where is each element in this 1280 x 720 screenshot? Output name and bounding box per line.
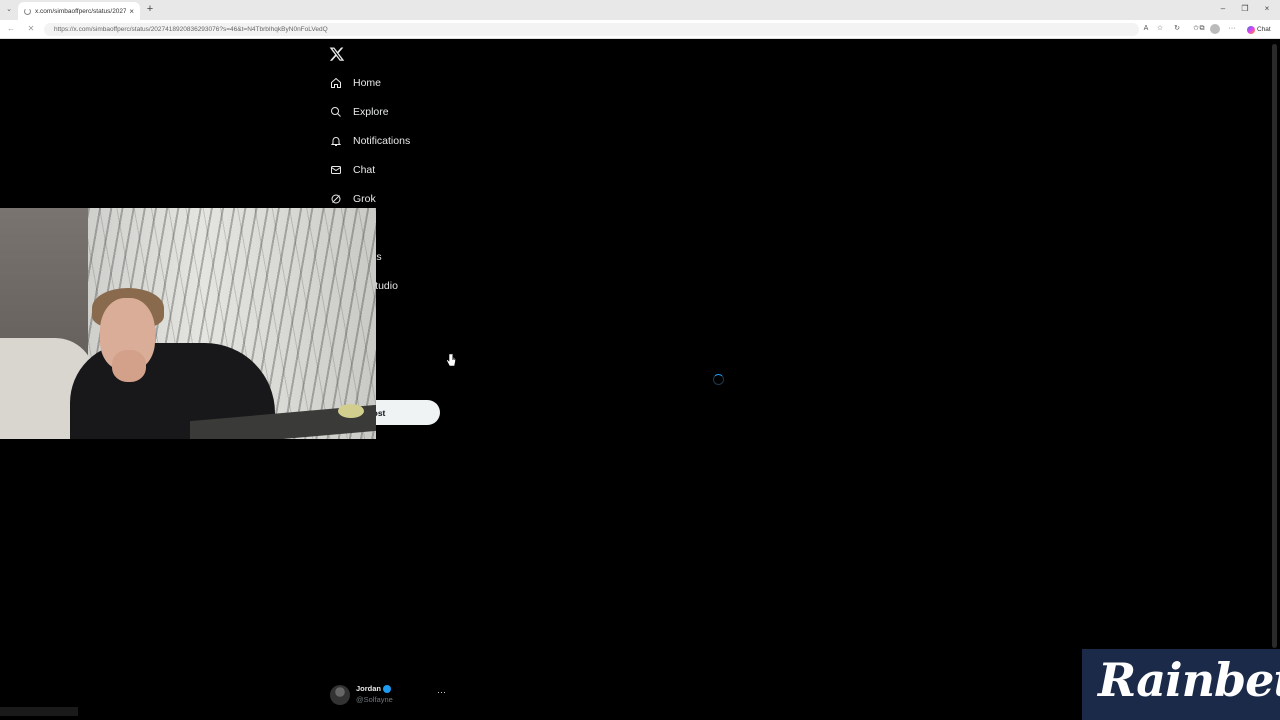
nav-item-explore[interactable]: Explore [329, 102, 389, 122]
back-arrow-icon[interactable]: ← [6, 24, 16, 34]
profile-avatar-icon[interactable] [1210, 24, 1220, 34]
search-icon [329, 105, 343, 119]
sponsor-logo: Rainbet [1082, 649, 1280, 720]
browser-toolbar: ← ✕ https://x.com/simbaoffperc/status/20… [0, 20, 1280, 39]
tab-close-icon[interactable]: × [129, 7, 134, 16]
account-switcher[interactable]: Jordan @Solfayne ··· [330, 684, 450, 706]
copilot-chat-button[interactable]: Chat [1244, 24, 1274, 35]
stop-loading-icon[interactable]: ✕ [26, 24, 36, 34]
nav-label-chat: Chat [353, 164, 376, 176]
loading-spinner-icon [24, 7, 31, 15]
browser-status-bar [0, 707, 78, 716]
read-aloud-icon[interactable]: A [1141, 24, 1151, 34]
collections-icon[interactable]: ⧉ [1197, 24, 1207, 34]
nav-item-home[interactable]: Home [329, 73, 381, 93]
webcam-person-hand [112, 350, 146, 382]
nav-item-grok[interactable]: Grok [329, 189, 376, 209]
home-icon [329, 76, 343, 90]
avatar [330, 685, 350, 705]
nav-item-chat[interactable]: Chat [329, 160, 375, 180]
page-scrollbar[interactable] [1270, 40, 1280, 720]
new-tab-button[interactable]: + [144, 3, 156, 15]
verified-badge-icon [383, 684, 392, 693]
account-name: Jordan [356, 684, 392, 693]
nav-label-explore: Explore [353, 106, 389, 118]
webcam-ball [338, 404, 364, 418]
close-window-button[interactable]: × [1260, 3, 1274, 15]
hand-cursor-icon [446, 353, 456, 367]
bell-icon [329, 134, 343, 148]
nav-label-grok: Grok [353, 193, 376, 205]
nav-item-notifications[interactable]: Notifications [329, 131, 410, 151]
refresh-icon[interactable]: ↻ [1172, 24, 1182, 34]
favorite-star-icon[interactable]: ☆ [1155, 24, 1165, 34]
x-logo-icon[interactable] [329, 46, 345, 62]
tab-title: x.com/simbaoffperc/status/2027418 [35, 7, 127, 15]
chat-button-label: Chat [1257, 26, 1271, 33]
webcam-overlay [0, 208, 376, 439]
account-handle: @Solfayne [356, 695, 393, 704]
tab-strip: ⌄ x.com/simbaoffperc/status/2027418 × + … [0, 0, 1280, 20]
grok-icon [329, 192, 343, 206]
minimize-button[interactable]: – [1216, 3, 1230, 15]
sponsor-logo-text: Rainbet [1098, 653, 1280, 707]
nav-label-notifications: Notifications [353, 135, 411, 147]
browser-tab[interactable]: x.com/simbaoffperc/status/2027418 × [18, 2, 140, 20]
settings-more-icon[interactable]: ··· [1227, 24, 1237, 34]
more-options-icon[interactable]: ··· [437, 687, 446, 697]
nav-label-home: Home [353, 77, 382, 89]
scrollbar-thumb[interactable] [1272, 44, 1277, 648]
restore-button[interactable]: ❐ [1238, 3, 1252, 15]
content-loading-spinner-icon [713, 374, 724, 385]
account-display-name: Jordan [356, 684, 382, 693]
tab-list-chevron-icon[interactable]: ⌄ [4, 5, 14, 15]
browser-window: ⌄ x.com/simbaoffperc/status/2027418 × + … [0, 0, 1280, 720]
mail-icon [329, 163, 343, 177]
copilot-icon [1247, 25, 1255, 34]
address-bar[interactable]: https://x.com/simbaoffperc/status/202741… [44, 23, 1139, 36]
